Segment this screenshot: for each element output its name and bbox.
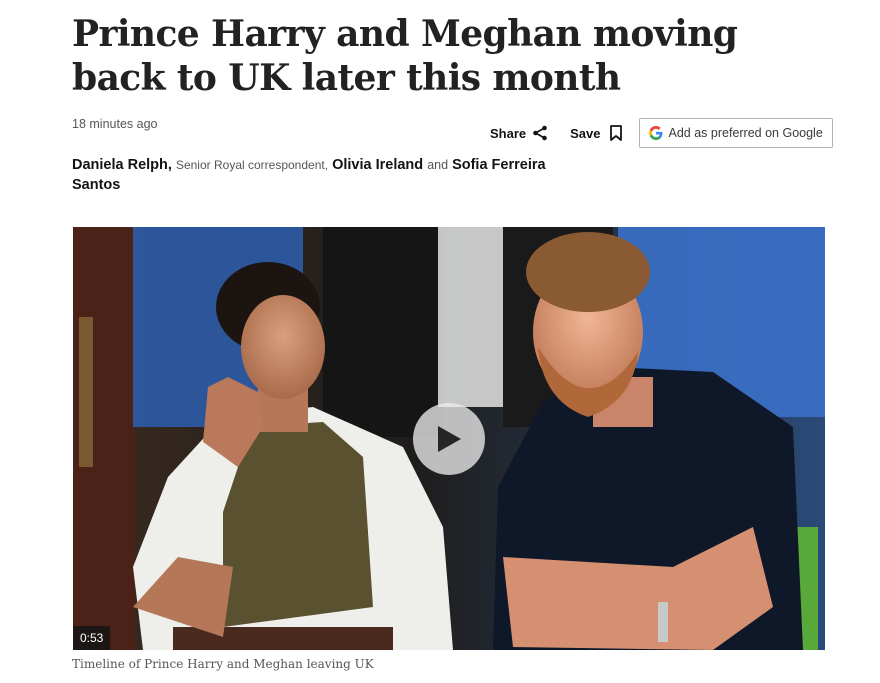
play-button[interactable] (413, 403, 485, 475)
video-caption: Timeline of Prince Harry and Meghan leav… (72, 657, 374, 671)
bookmark-icon (609, 125, 622, 141)
video-player[interactable]: 0:53 (73, 227, 825, 650)
byline: Daniela Relph, Senior Royal corresponden… (72, 155, 552, 195)
google-g-icon (648, 126, 662, 140)
video-duration: 0:53 (73, 626, 111, 650)
save-button[interactable]: Save (570, 125, 622, 141)
article-timestamp: 18 minutes ago (72, 117, 158, 131)
article-headline: Prince Harry and Meghan moving back to U… (72, 13, 738, 99)
play-icon (438, 426, 461, 452)
share-label: Share (490, 125, 527, 141)
author-name[interactable]: Olivia Ireland (332, 157, 423, 173)
author-role: Senior Royal correspondent, (175, 158, 329, 172)
google-button-label: Add as preferred on Google (668, 126, 823, 140)
byline-conjunction: and (427, 158, 449, 172)
share-button[interactable]: Share (490, 125, 548, 141)
add-preferred-google-button[interactable]: Add as preferred on Google (638, 118, 833, 148)
save-label: Save (570, 125, 601, 141)
share-icon (533, 125, 547, 141)
author-name[interactable]: Daniela Relph, (72, 157, 172, 173)
article-actions: Share Save Add as preferred on Google (490, 118, 833, 148)
